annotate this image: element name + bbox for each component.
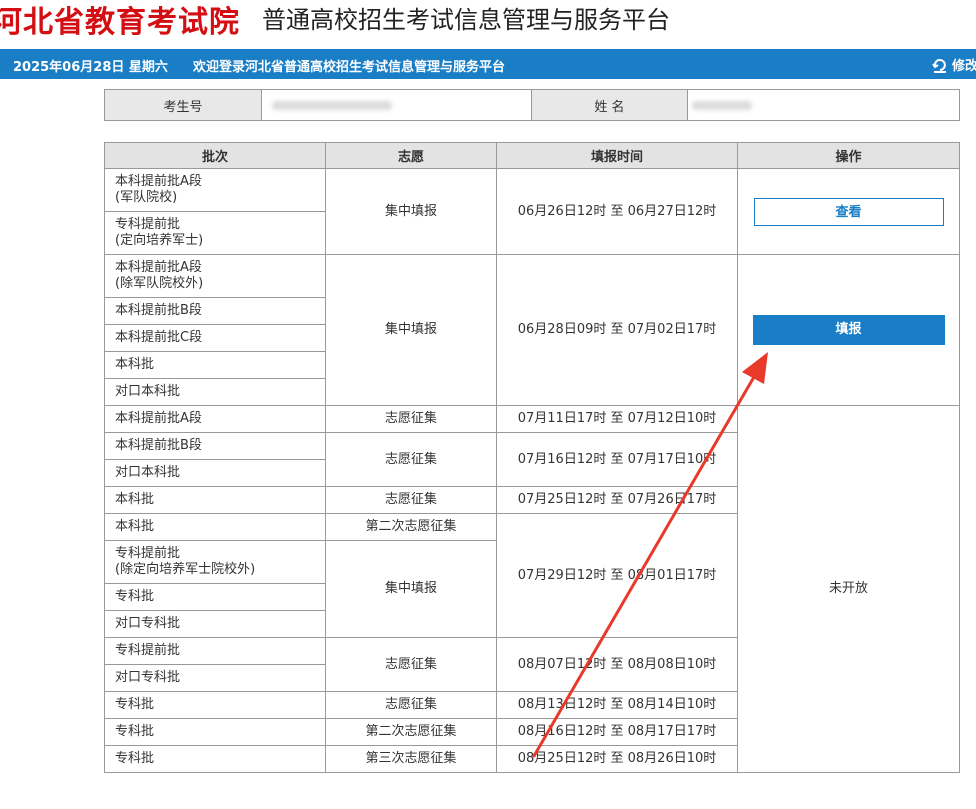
time-cell: 08月25日12时 至 08月26日10时 (496, 745, 738, 773)
batch-cell: 本科提前批B段 (104, 297, 326, 325)
batch-cell: 本科批 (104, 513, 326, 541)
name-value (687, 89, 960, 121)
batch-cell: 专科提前批 (除定向培养军士院校外) (104, 540, 326, 584)
batch-cell: 本科批 (104, 351, 326, 379)
redacted-name (692, 101, 752, 110)
not-open-cell: 未开放 (737, 405, 960, 773)
col-time: 填报时间 (496, 142, 738, 169)
time-cell: 07月29日12时 至 08月01日17时 (496, 513, 738, 638)
type-cell: 集中填报 (325, 168, 497, 255)
type-cell: 志愿征集 (325, 691, 497, 719)
batch-cell: 专科提前批 (定向培养军士) (104, 211, 326, 255)
logo: 河北省教育考试院 (0, 5, 240, 40)
type-cell: 第二次志愿征集 (325, 513, 497, 541)
table-row: 本科提前批A段 (除军队院校外) 集中填报 06月28日09时 至 07月02日… (104, 254, 960, 406)
table-row: 本科提前批A段 (军队院校) 集中填报 06月26日12时 至 06月27日12… (104, 168, 960, 255)
exam-no-value (261, 89, 532, 121)
type-cell: 集中填报 (325, 540, 497, 638)
batch-cell: 专科批 (104, 583, 326, 611)
redacted-exam-no (272, 101, 392, 110)
batch-cell: 专科批 (104, 718, 326, 746)
batch-cell: 本科提前批C段 (104, 324, 326, 352)
time-cell: 06月28日09时 至 07月02日17时 (496, 254, 738, 406)
batch-cell: 对口本科批 (104, 378, 326, 406)
time-cell: 07月16日12时 至 07月17日10时 (496, 432, 738, 487)
batch-cell: 对口专科批 (104, 664, 326, 692)
candidate-info: 考生号 姓 名 (104, 89, 960, 121)
batch-cell: 对口本科批 (104, 459, 326, 487)
batch-cell: 专科提前批 (104, 637, 326, 665)
action-cell: 查看 (737, 168, 960, 255)
top-bar: 2025年06月28日 星期六 欢迎登录河北省普通高校招生考试信息管理与服务平台… (0, 49, 976, 79)
type-cell: 志愿征集 (325, 432, 497, 487)
batch-cell: 本科提前批A段 (104, 405, 326, 433)
table-row: 本科提前批A段 志愿征集 07月11日17时 至 07月12日10时 未开放 (104, 405, 960, 773)
batch-cell: 本科提前批A段 (除军队院校外) (104, 254, 326, 298)
type-cell: 第三次志愿征集 (325, 745, 497, 773)
batch-cell: 专科批 (104, 745, 326, 773)
current-date: 2025年06月28日 星期六 (13, 60, 168, 75)
time-cell: 06月26日12时 至 06月27日12时 (496, 168, 738, 255)
batch-cell: 本科提前批B段 (104, 432, 326, 460)
view-button[interactable]: 查看 (753, 197, 944, 226)
application-schedule-table: 批次 志愿 填报时间 操作 本科提前批A段 (军队院校) 集中填报 06月26日… (104, 142, 960, 773)
welcome-message: 欢迎登录河北省普通高校招生考试信息管理与服务平台 (193, 60, 506, 75)
action-cell: 填报 (737, 254, 960, 406)
header: 河北省教育考试院 普通高校招生考试信息管理与服务平台 (0, 0, 976, 48)
time-cell: 08月13日12时 至 08月14日10时 (496, 691, 738, 719)
edit-icon (932, 58, 946, 73)
type-cell: 志愿征集 (325, 637, 497, 692)
type-cell: 志愿征集 (325, 405, 497, 433)
platform-title: 普通高校招生考试信息管理与服务平台 (262, 6, 670, 34)
fill-button[interactable]: 填报 (752, 315, 945, 345)
type-cell: 第二次志愿征集 (325, 718, 497, 746)
type-cell: 集中填报 (325, 254, 497, 406)
col-type: 志愿 (325, 142, 497, 169)
time-cell: 07月11日17时 至 07月12日10时 (496, 405, 738, 433)
col-action: 操作 (737, 142, 960, 169)
type-cell: 志愿征集 (325, 486, 497, 514)
name-label: 姓 名 (531, 89, 688, 121)
batch-cell: 专科批 (104, 691, 326, 719)
batch-cell: 本科批 (104, 486, 326, 514)
exam-no-label: 考生号 (104, 89, 262, 121)
modify-link[interactable]: 修改 (932, 55, 976, 74)
batch-cell: 对口专科批 (104, 610, 326, 638)
time-cell: 08月07日12时 至 08月08日10时 (496, 637, 738, 692)
time-cell: 08月16日12时 至 08月17日17时 (496, 718, 738, 746)
table-header: 批次 志愿 填报时间 操作 (104, 142, 960, 169)
batch-cell: 本科提前批A段 (军队院校) (104, 168, 326, 212)
col-batch: 批次 (104, 142, 326, 169)
modify-label: 修改 (952, 59, 976, 74)
time-cell: 07月25日12时 至 07月26日17时 (496, 486, 738, 514)
